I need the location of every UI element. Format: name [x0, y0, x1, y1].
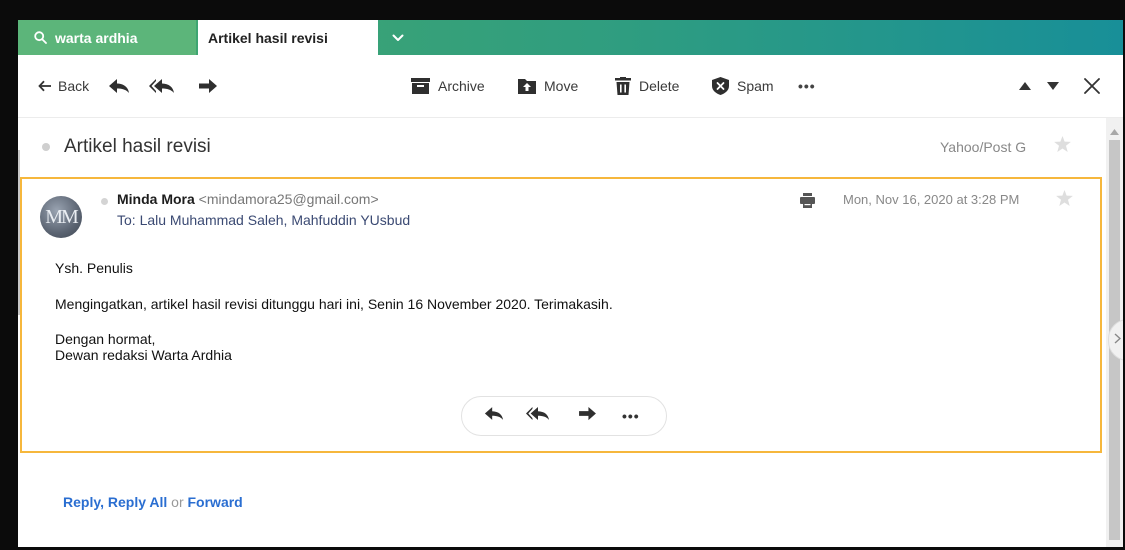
spam-button[interactable]: Spam — [712, 55, 774, 117]
reply-link[interactable]: Reply — [63, 494, 100, 510]
archive-button[interactable]: Archive — [411, 55, 485, 117]
close-icon — [1084, 78, 1100, 94]
status-dot-icon — [101, 198, 108, 205]
chevron-down-icon — [392, 29, 404, 47]
quick-reply-button[interactable] — [484, 397, 504, 435]
avatar-initials: MM — [45, 205, 79, 228]
folder-label[interactable]: Yahoo/Post G — [940, 139, 1026, 155]
message-toolbar: Back Archive Move Delete Spam ••• — [18, 55, 1123, 118]
reply-links: Reply, Reply All or Forward — [63, 494, 243, 510]
reply-icon — [484, 406, 504, 426]
arrow-left-icon — [38, 80, 52, 92]
delete-button[interactable]: Delete — [615, 55, 679, 117]
caret-down-icon — [1047, 82, 1059, 90]
avatar[interactable]: MM — [40, 196, 82, 238]
tab-search[interactable]: warta ardhia — [18, 20, 196, 55]
mail-window: warta ardhia Artikel hasil revisi Back A… — [18, 20, 1123, 547]
tab-overflow-button[interactable] — [386, 20, 410, 55]
unread-dot-icon — [42, 143, 50, 151]
reply-all-link[interactable]: Reply All — [108, 494, 167, 510]
subject-row: Artikel hasil revisi Yahoo/Post G — [18, 118, 1103, 176]
reply-all-button[interactable] — [149, 55, 175, 117]
body-signoff: Dengan hormat, — [55, 331, 156, 347]
close-button[interactable] — [1084, 55, 1100, 117]
body-signature: Dewan redaksi Warta Ardhia — [55, 347, 232, 363]
sender-line: Minda Mora <mindamora25@gmail.com> — [117, 191, 379, 207]
sender-email: <mindamora25@gmail.com> — [198, 191, 379, 207]
back-button[interactable]: Back — [38, 55, 89, 117]
previous-message-button[interactable] — [1019, 55, 1031, 117]
more-horizontal-icon: ••• — [798, 78, 816, 94]
reply-all-icon — [526, 406, 550, 426]
more-actions-button[interactable]: ••• — [798, 55, 816, 117]
recipients-line[interactable]: To: Lalu Muhammad Saleh, Mahfuddin YUsbu… — [117, 212, 410, 228]
tab-message-label: Artikel hasil revisi — [208, 29, 328, 46]
quick-more-button[interactable]: ••• — [622, 397, 640, 435]
archive-label: Archive — [438, 78, 485, 94]
move-button[interactable]: Move — [518, 55, 578, 117]
body-greeting: Ysh. Penulis — [55, 260, 133, 276]
move-label: Move — [544, 78, 579, 94]
spam-label: Spam — [737, 78, 774, 94]
shield-x-icon — [712, 77, 729, 95]
forward-icon — [198, 78, 218, 94]
quick-forward-button[interactable] — [578, 397, 597, 435]
tab-bar: warta ardhia Artikel hasil revisi — [18, 20, 1123, 55]
trash-icon — [615, 77, 631, 95]
next-message-button[interactable] — [1047, 55, 1059, 117]
chevron-right-icon — [1114, 331, 1122, 349]
print-icon[interactable] — [800, 193, 815, 213]
reply-button[interactable] — [108, 55, 130, 117]
sender-name[interactable]: Minda Mora — [117, 191, 195, 207]
back-label: Back — [58, 78, 90, 94]
caret-up-icon — [1019, 82, 1031, 90]
delete-label: Delete — [639, 78, 680, 94]
or-text: or — [171, 494, 184, 510]
tab-message[interactable]: Artikel hasil revisi — [198, 20, 378, 55]
star-icon[interactable] — [1056, 190, 1073, 211]
message-subject: Artikel hasil revisi — [64, 136, 211, 157]
search-icon — [34, 31, 47, 44]
folder-move-icon — [518, 78, 536, 94]
reply-icon — [108, 78, 130, 94]
forward-link[interactable]: Forward — [188, 494, 243, 510]
archive-icon — [411, 78, 430, 94]
message-date: Mon, Nov 16, 2020 at 3:28 PM — [843, 192, 1020, 207]
message-card: MM Minda Mora <mindamora25@gmail.com> To… — [20, 177, 1102, 453]
scroll-up-icon[interactable] — [1110, 122, 1119, 140]
tab-search-label: warta ardhia — [55, 29, 138, 46]
forward-button[interactable] — [198, 55, 218, 117]
forward-icon — [578, 406, 597, 426]
quick-actions-pill: ••• — [461, 396, 667, 436]
star-icon[interactable] — [1054, 136, 1071, 157]
more-horizontal-icon: ••• — [622, 408, 640, 424]
quick-reply-all-button[interactable] — [526, 397, 550, 435]
reply-comma: , — [100, 494, 104, 510]
body-paragraph: Mengingatkan, artikel hasil revisi ditun… — [55, 296, 613, 312]
reply-all-icon — [149, 78, 175, 94]
